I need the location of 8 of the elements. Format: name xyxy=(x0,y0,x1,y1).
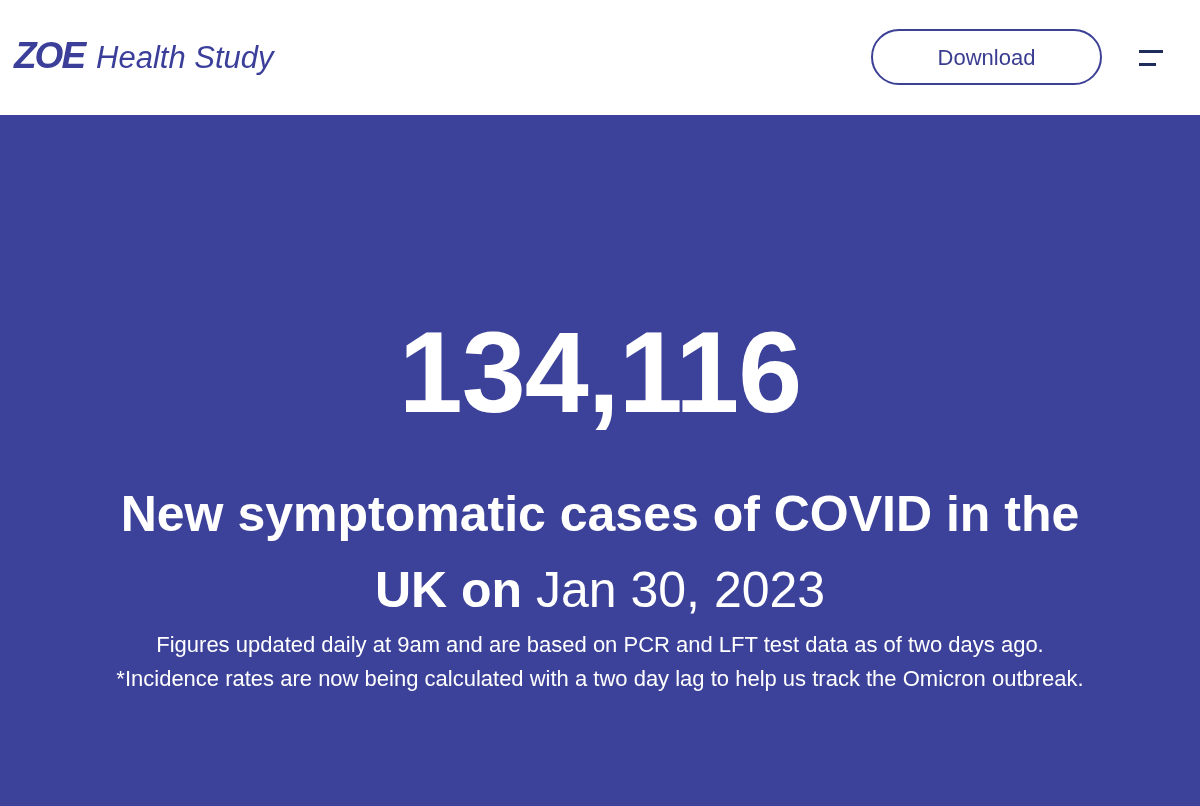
home-logo-link[interactable]: ZOE Health Study xyxy=(14,37,274,74)
case-count: 134,116 xyxy=(398,315,802,430)
footnote-text: *Incidence rates are now being calculated with a two day lag to help us track the Omicron outbreak. xyxy=(116,665,1084,693)
footnote-text: Figures updated daily at 9am and are based on PCR and LFT test data as of two days ago. xyxy=(156,631,1044,659)
menu-icon xyxy=(1139,49,1163,66)
download-button[interactable]: Download xyxy=(871,29,1102,85)
menu-button[interactable] xyxy=(1139,49,1163,66)
headline: New symptomatic cases of COVID in the UK on Jan 30, 2023 xyxy=(119,485,1081,620)
